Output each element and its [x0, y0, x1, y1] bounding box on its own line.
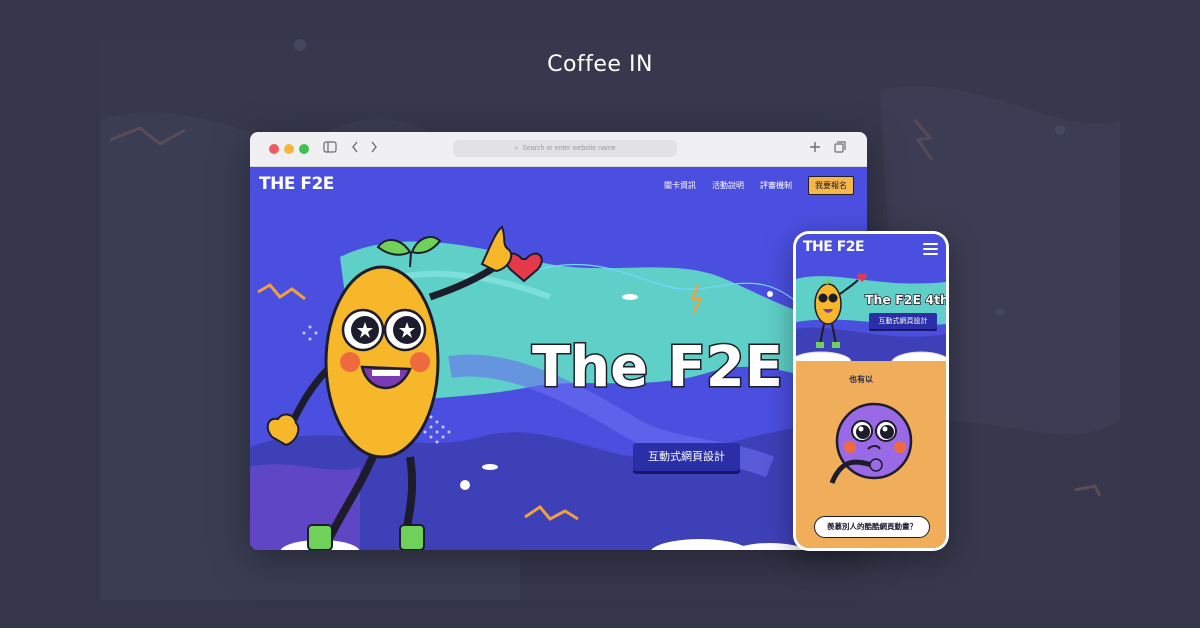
- nav-item-judging[interactable]: 評審機制: [760, 180, 792, 191]
- close-window-button[interactable]: [269, 144, 279, 154]
- back-icon[interactable]: [351, 140, 359, 158]
- mobile-viewport: THE F2E The F2E 4th 互動式網頁設計 也有以 羨慕別人的酷酷網…: [796, 234, 946, 548]
- mobile-site-logo[interactable]: THE F2E: [803, 239, 865, 255]
- hero-button[interactable]: 互動式網頁設計: [633, 443, 740, 471]
- browser-window: ⌕ Search or enter website name THE F2E 關…: [250, 132, 867, 550]
- search-icon: ⌕: [514, 145, 519, 152]
- hamburger-menu-icon[interactable]: [923, 243, 938, 258]
- site-nav: 關卡資訊 活動說明 評審機制 我要報名: [664, 176, 854, 195]
- page-title: Coffee IN: [547, 52, 653, 77]
- mobile-section-text: 也有以: [849, 375, 873, 384]
- mobile-hero-title: The F2E 4th: [864, 291, 946, 308]
- address-bar[interactable]: ⌕ Search or enter website name: [453, 140, 677, 157]
- address-placeholder: Search or enter website name: [522, 145, 616, 152]
- nav-item-stages[interactable]: 關卡資訊: [664, 180, 696, 191]
- sidebar-icon[interactable]: [323, 140, 337, 158]
- register-button[interactable]: 我要報名: [808, 176, 854, 195]
- forward-icon[interactable]: [370, 140, 378, 158]
- minimize-window-button[interactable]: [284, 144, 294, 154]
- phone-frame: THE F2E The F2E 4th 互動式網頁設計 也有以 羨慕別人的酷酷網…: [793, 231, 949, 551]
- nav-item-event-info[interactable]: 活動說明: [712, 180, 744, 191]
- mobile-cta-button[interactable]: 羨慕別人的酷酷網頁動畫？: [814, 516, 930, 538]
- browser-toolbar: ⌕ Search or enter website name: [250, 132, 867, 167]
- tabs-overview-icon[interactable]: [834, 140, 846, 158]
- website-viewport: THE F2E 關卡資訊 活動說明 評審機制 我要報名 The F2E 4th …: [250, 167, 867, 550]
- new-tab-icon[interactable]: [809, 140, 821, 158]
- maximize-window-button[interactable]: [299, 144, 309, 154]
- site-logo[interactable]: THE F2E: [259, 174, 334, 194]
- mobile-hero-button[interactable]: 互動式網頁設計: [869, 313, 937, 329]
